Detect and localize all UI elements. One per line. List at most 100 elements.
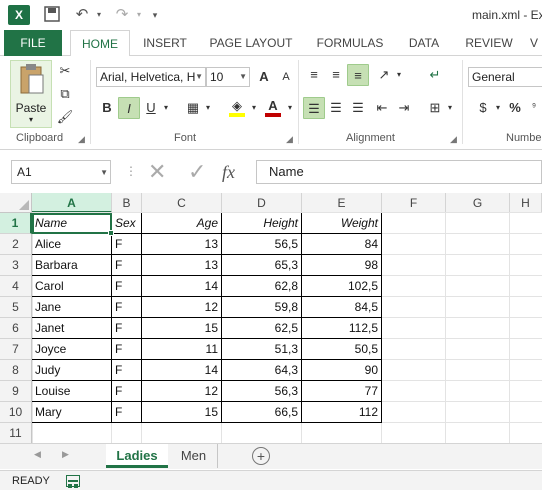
- borders-dropdown-icon[interactable]: ▾: [202, 97, 214, 119]
- increase-indent-icon[interactable]: ⇥: [393, 97, 415, 119]
- formula-input[interactable]: Name: [256, 160, 542, 184]
- table-cell[interactable]: 98: [302, 255, 382, 276]
- table-cell[interactable]: F: [112, 381, 142, 402]
- table-cell[interactable]: 12: [142, 381, 222, 402]
- font-size-box[interactable]: 10 ▼: [206, 67, 250, 87]
- row-header[interactable]: 2: [0, 234, 32, 255]
- undo-dropdown-icon[interactable]: ▾: [92, 6, 106, 24]
- table-header-cell[interactable]: Age: [142, 213, 222, 234]
- comma-style-icon[interactable]: ⁹: [526, 97, 542, 119]
- tab-home[interactable]: HOME: [70, 30, 130, 57]
- table-cell[interactable]: Judy: [32, 360, 112, 381]
- table-cell[interactable]: Janet: [32, 318, 112, 339]
- number-format-box[interactable]: General: [468, 67, 542, 87]
- clipboard-launcher-icon[interactable]: ◢: [78, 134, 85, 145]
- tab-view[interactable]: V: [526, 30, 542, 56]
- worksheet-grid[interactable]: A B C D E F G H 1 2 3 4 5 6 7 8 9 10 11 …: [0, 193, 542, 444]
- row-header[interactable]: 5: [0, 297, 32, 318]
- font-launcher-icon[interactable]: ◢: [286, 134, 293, 145]
- table-cell[interactable]: Louise: [32, 381, 112, 402]
- italic-button[interactable]: I: [118, 97, 140, 119]
- tab-page-layout[interactable]: PAGE LAYOUT: [204, 30, 298, 56]
- row-header[interactable]: 7: [0, 339, 32, 360]
- table-cell[interactable]: 14: [142, 276, 222, 297]
- fill-dropdown-icon[interactable]: ▾: [248, 97, 260, 119]
- grow-font-button[interactable]: A: [253, 66, 275, 88]
- insert-function-button[interactable]: fx: [222, 160, 235, 184]
- table-cell[interactable]: Jane: [32, 297, 112, 318]
- table-cell[interactable]: 102,5: [302, 276, 382, 297]
- table-cell[interactable]: F: [112, 255, 142, 276]
- save-icon[interactable]: [42, 6, 62, 24]
- scroll-left-icon[interactable]: ◀: [34, 449, 41, 460]
- table-cell[interactable]: F: [112, 297, 142, 318]
- scroll-right-icon[interactable]: ▶: [62, 449, 69, 460]
- redo-dropdown-icon[interactable]: ▾: [132, 6, 146, 24]
- percent-button[interactable]: %: [504, 97, 526, 119]
- table-cell[interactable]: 84: [302, 234, 382, 255]
- align-right-icon[interactable]: ☰: [347, 97, 369, 119]
- underline-button[interactable]: U: [140, 97, 162, 119]
- font-color-icon[interactable]: A: [262, 95, 284, 117]
- table-cell[interactable]: 13: [142, 234, 222, 255]
- row-header[interactable]: 10: [0, 402, 32, 423]
- customize-toolbar-icon[interactable]: ▾: [148, 6, 162, 24]
- merge-center-icon[interactable]: ⊞: [424, 97, 446, 119]
- table-cell[interactable]: Alice: [32, 234, 112, 255]
- row-header[interactable]: 3: [0, 255, 32, 276]
- tab-formulas[interactable]: FORMULAS: [310, 30, 390, 56]
- merge-dropdown-icon[interactable]: ▾: [444, 97, 456, 119]
- table-cell[interactable]: 112,5: [302, 318, 382, 339]
- table-cell[interactable]: Carol: [32, 276, 112, 297]
- sheet-tab-ladies[interactable]: Ladies: [106, 444, 168, 468]
- row-header[interactable]: 1: [0, 213, 32, 234]
- font-color-dropdown-icon[interactable]: ▾: [284, 97, 296, 119]
- table-cell[interactable]: 90: [302, 360, 382, 381]
- table-cell[interactable]: 112: [302, 402, 382, 423]
- copy-icon[interactable]: ⧉: [54, 83, 76, 105]
- table-cell[interactable]: 66,5: [222, 402, 302, 423]
- fill-handle[interactable]: [108, 230, 114, 236]
- table-header-cell[interactable]: Height: [222, 213, 302, 234]
- table-header-cell[interactable]: Sex: [112, 213, 142, 234]
- tab-insert[interactable]: INSERT: [136, 30, 194, 56]
- new-sheet-button[interactable]: +: [252, 447, 270, 465]
- table-cell[interactable]: 62,5: [222, 318, 302, 339]
- borders-icon[interactable]: ▦: [182, 97, 204, 119]
- underline-dropdown-icon[interactable]: ▾: [160, 97, 172, 119]
- column-header-g[interactable]: G: [446, 193, 510, 213]
- tab-data[interactable]: DATA: [400, 30, 448, 56]
- table-cell[interactable]: 77: [302, 381, 382, 402]
- table-cell[interactable]: 50,5: [302, 339, 382, 360]
- format-painter-icon[interactable]: 🖌: [54, 106, 76, 128]
- enter-icon[interactable]: ✓: [188, 160, 206, 184]
- table-cell[interactable]: 56,3: [222, 381, 302, 402]
- table-cell[interactable]: F: [112, 318, 142, 339]
- table-cell[interactable]: 15: [142, 318, 222, 339]
- table-cell[interactable]: F: [112, 276, 142, 297]
- tab-review[interactable]: REVIEW: [458, 30, 520, 56]
- table-cell[interactable]: F: [112, 339, 142, 360]
- wrap-text-icon[interactable]: ↵: [424, 64, 446, 86]
- fill-color-icon[interactable]: ◈: [226, 95, 248, 117]
- column-header-e[interactable]: E: [302, 193, 382, 213]
- select-all-corner[interactable]: [0, 193, 32, 213]
- tab-file[interactable]: FILE: [4, 30, 62, 56]
- column-header-a[interactable]: A: [32, 193, 112, 213]
- align-left-icon[interactable]: ☰: [303, 97, 325, 119]
- macro-record-icon[interactable]: [66, 475, 80, 488]
- alignment-launcher-icon[interactable]: ◢: [450, 134, 457, 145]
- name-box[interactable]: A1 ▼: [11, 160, 111, 184]
- orientation-dropdown-icon[interactable]: ▾: [393, 64, 405, 86]
- table-cell[interactable]: 51,3: [222, 339, 302, 360]
- column-header-c[interactable]: C: [142, 193, 222, 213]
- top-align-icon[interactable]: ≡: [303, 64, 325, 86]
- table-cell[interactable]: 84,5: [302, 297, 382, 318]
- row-header[interactable]: 4: [0, 276, 32, 297]
- table-cell[interactable]: F: [112, 234, 142, 255]
- table-cell[interactable]: Joyce: [32, 339, 112, 360]
- middle-align-icon[interactable]: ≡: [325, 64, 347, 86]
- column-header-d[interactable]: D: [222, 193, 302, 213]
- table-cell[interactable]: 14: [142, 360, 222, 381]
- table-cell[interactable]: F: [112, 360, 142, 381]
